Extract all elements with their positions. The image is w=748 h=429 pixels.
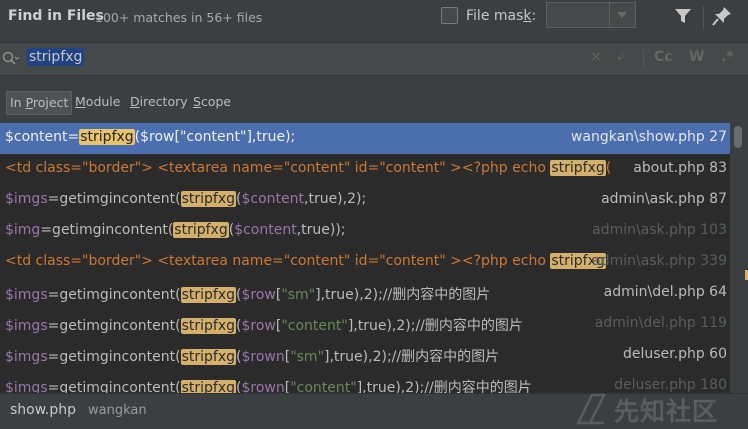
result-file-location: admin\del.php 64 <box>597 284 727 300</box>
result-file-location: admin\ask.php 87 <box>595 191 727 207</box>
file-mask-label[interactable]: File mask: <box>466 8 536 24</box>
divider <box>703 6 704 28</box>
result-file-location: admin\ask.php 339 <box>592 253 727 269</box>
code-token: ,true),2); <box>304 191 367 207</box>
code-token: =getimgincontent( <box>47 380 181 393</box>
match-case-toggle[interactable]: Cc <box>654 49 673 65</box>
code-token: $content <box>241 191 304 207</box>
code-token: "sm" <box>281 287 316 303</box>
code-token: ($row["content"],true); <box>134 129 296 145</box>
code-token: =getimgincontent( <box>47 318 181 334</box>
code-token: $img <box>5 222 41 238</box>
tab-in-project[interactable]: In Project <box>6 91 73 115</box>
code-token: ],true),2);//删内容中的图片 <box>347 318 523 334</box>
chevron-down-icon[interactable] <box>609 3 635 27</box>
code-token: =getimgincontent( <box>47 191 181 207</box>
scope-tabs: In Project Module Directory Scope <box>0 88 748 118</box>
code-token: $imgs <box>5 191 48 207</box>
code-token: $imgs <box>5 380 48 393</box>
result-file-location: admin\del.php 119 <box>594 315 727 331</box>
result-row[interactable]: $imgs=getimgincontent(stripfxg($row["sm"… <box>0 278 730 309</box>
tab-directory[interactable]: Directory <box>128 91 190 113</box>
result-file-location: admin\ask.php 103 <box>592 222 727 238</box>
clear-icon[interactable]: × <box>590 49 602 65</box>
code-token: ],true),2);//删内容中的图片 <box>315 287 491 303</box>
result-row[interactable]: $content=stripfxg($row["content"],true);… <box>0 123 730 154</box>
code-token: ,true)); <box>296 222 346 238</box>
tab-module[interactable]: Module <box>73 91 122 113</box>
code-token: $content= <box>5 129 80 145</box>
match-highlight: stripfxg <box>180 191 237 207</box>
watermark-text: 先知社区 <box>614 397 719 426</box>
watermark: 先知社区 <box>574 391 746 428</box>
code-token: ],true),2);//删内容中的图片 <box>324 349 500 365</box>
code-token: $row <box>241 318 276 334</box>
code-token: "content" <box>281 318 348 334</box>
new-line-icon[interactable]: ⤶ <box>617 49 625 65</box>
results-list[interactable]: $content=stripfxg($row["content"],true);… <box>0 123 730 393</box>
result-file-location: deluser.php 60 <box>616 346 727 362</box>
watermark-logo <box>575 393 607 425</box>
match-count: 100+ matches in 56+ files <box>95 10 263 25</box>
code-token: "content" <box>290 380 357 393</box>
result-code: $imgs=getimgincontent(stripfxg($content,… <box>5 191 366 207</box>
result-row[interactable]: <td class="border"> <textarea name="cont… <box>0 247 730 278</box>
match-highlight: stripfxg <box>173 222 229 238</box>
code-token: =getimgincontent( <box>47 349 181 365</box>
code-token: $row <box>241 287 276 303</box>
whole-words-toggle[interactable]: W <box>689 49 704 65</box>
result-row[interactable]: $img=getimgincontent(stripfxg($content,t… <box>0 216 730 247</box>
dialog-title: Find in Files <box>8 8 104 24</box>
match-highlight: stripfxg <box>180 287 237 303</box>
search-bar[interactable]: stripfxg × ⤶ Cc W .* <box>0 42 748 76</box>
code-token: $rown <box>241 380 285 393</box>
code-token: $imgs <box>5 287 48 303</box>
result-code: $imgs=getimgincontent(stripfxg($rown["sm… <box>5 346 499 366</box>
result-row[interactable]: $imgs=getimgincontent(stripfxg($rown["sm… <box>0 340 730 371</box>
result-row[interactable]: $imgs=getimgincontent(stripfxg($rown["co… <box>0 371 730 393</box>
result-code: <td class="border"> <textarea name="cont… <box>5 253 606 269</box>
result-file-location: about.php 83 <box>627 160 727 176</box>
match-highlight: stripfxg <box>180 380 237 393</box>
match-highlight: stripfxg <box>180 349 237 365</box>
preview-directory: wangkan <box>88 403 147 418</box>
code-token: <td class="border"> <textarea name="cont… <box>5 253 551 269</box>
code-token: $imgs <box>5 349 48 365</box>
result-code: <td class="border"> <textarea name="cont… <box>5 160 611 176</box>
code-token: <td class="border"> <textarea name="cont… <box>5 160 551 176</box>
file-mask-combo[interactable] <box>546 2 636 28</box>
dialog-header: Find in Files 100+ matches in 56+ files … <box>0 0 748 34</box>
result-row[interactable]: $imgs=getimgincontent(stripfxg($row["con… <box>0 309 730 340</box>
file-mask-checkbox[interactable] <box>441 7 458 24</box>
result-code: $imgs=getimgincontent(stripfxg($row["sm"… <box>5 284 490 304</box>
preview-file-name: show.php <box>10 402 76 418</box>
pin-icon[interactable] <box>712 6 732 26</box>
code-token: "sm" <box>290 349 325 365</box>
result-code: $img=getimgincontent(stripfxg($content,t… <box>5 222 346 238</box>
code-token: $imgs <box>5 318 48 334</box>
result-row[interactable]: <td class="border"> <textarea name="cont… <box>0 154 730 185</box>
match-highlight: stripfxg <box>180 318 237 334</box>
code-token: $content <box>234 222 297 238</box>
code-token: =getimgincontent( <box>40 222 174 238</box>
code-token: ],true),2);//删内容中的图片 <box>356 380 532 393</box>
match-highlight: stripfxg <box>79 129 135 145</box>
result-file-location: wangkan\show.php 27 <box>564 129 727 145</box>
search-input[interactable]: stripfxg <box>27 48 85 66</box>
tab-scope[interactable]: Scope <box>191 91 233 113</box>
code-token: =getimgincontent( <box>47 287 181 303</box>
result-row[interactable]: $imgs=getimgincontent(stripfxg($content,… <box>0 185 730 216</box>
result-code: $imgs=getimgincontent(stripfxg($row["con… <box>5 315 523 335</box>
search-icon[interactable] <box>2 51 20 67</box>
result-code: $content=stripfxg($row["content"],true); <box>5 129 295 145</box>
match-highlight: stripfxg <box>550 160 606 176</box>
code-token: ( <box>605 160 612 176</box>
code-token: $rown <box>241 349 285 365</box>
regex-toggle[interactable]: .* <box>721 49 734 65</box>
filter-icon[interactable] <box>674 7 692 25</box>
results-scrollbar[interactable] <box>731 123 746 393</box>
scrollbar-thumb[interactable] <box>734 126 742 148</box>
divider <box>643 49 644 69</box>
result-code: $imgs=getimgincontent(stripfxg($rown["co… <box>5 377 532 393</box>
